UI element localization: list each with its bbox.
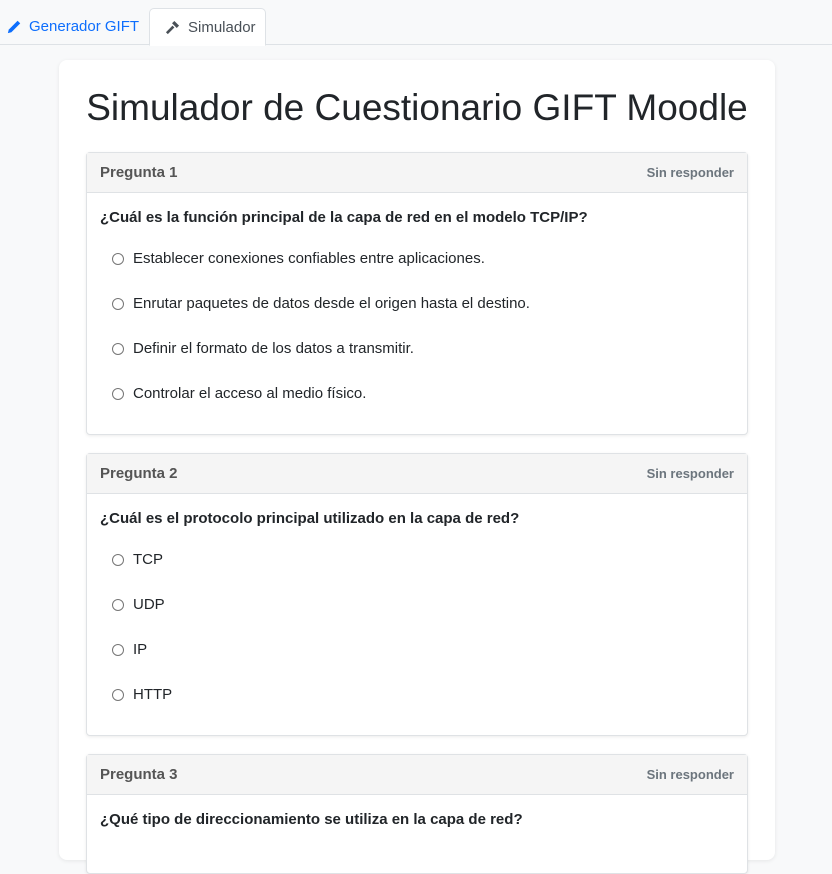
radio-button[interactable] — [112, 553, 124, 566]
tab-label: Generador GIFT — [29, 18, 140, 35]
option-label: Enrutar paquetes de datos desde el orige… — [133, 295, 530, 312]
radio-button[interactable] — [112, 252, 124, 265]
radio-button[interactable] — [112, 342, 124, 355]
tab-label: Simulador — [188, 18, 256, 36]
tab-simulador[interactable]: Simulador — [149, 8, 266, 46]
answer-option[interactable]: Definir el formato de los datos a transm… — [112, 340, 414, 357]
status-badge: Sin responder — [646, 165, 734, 180]
question-card: Pregunta 3 Sin responder ¿Qué tipo de di… — [86, 754, 748, 874]
status-badge: Sin responder — [646, 466, 734, 481]
answer-option[interactable]: HTTP — [112, 686, 172, 703]
radio-button[interactable] — [112, 598, 124, 611]
question-card: Pregunta 1 Sin responder ¿Cuál es la fun… — [86, 152, 748, 435]
radio-button[interactable] — [112, 688, 124, 701]
question-text: ¿Cuál es la función principal de la capa… — [100, 209, 588, 226]
page-title: Simulador de Cuestionario GIFT Moodle — [86, 87, 748, 128]
question-number: Pregunta 1 — [100, 164, 178, 181]
option-label: Controlar el acceso al medio físico. — [133, 385, 367, 402]
answer-option[interactable]: Controlar el acceso al medio físico. — [112, 385, 366, 402]
question-header: Pregunta 1 Sin responder — [87, 153, 747, 193]
status-badge: Sin responder — [646, 767, 734, 782]
radio-button[interactable] — [112, 387, 124, 400]
tool-icon — [165, 20, 180, 35]
question-card: Pregunta 2 Sin responder ¿Cuál es el pro… — [86, 453, 748, 736]
tab-bar: Generador GIFT Simulador — [0, 0, 832, 46]
answer-option[interactable]: TCP — [112, 551, 163, 568]
answer-option[interactable]: IP — [112, 641, 147, 658]
question-header: Pregunta 2 Sin responder — [87, 454, 747, 494]
option-label: Definir el formato de los datos a transm… — [133, 340, 414, 357]
answer-option[interactable]: UDP — [112, 596, 165, 613]
radio-button[interactable] — [112, 643, 124, 656]
answer-option[interactable]: Establecer conexiones confiables entre a… — [112, 250, 485, 267]
option-label: Establecer conexiones confiables entre a… — [133, 250, 485, 267]
question-number: Pregunta 3 — [100, 766, 178, 783]
option-label: HTTP — [133, 686, 173, 703]
option-label: UDP — [133, 596, 165, 613]
radio-button[interactable] — [112, 297, 124, 310]
option-label: IP — [133, 641, 148, 658]
question-text: ¿Cuál es el protocolo principal utilizad… — [100, 510, 520, 527]
answer-option[interactable]: Enrutar paquetes de datos desde el orige… — [112, 295, 530, 312]
option-label: TCP — [133, 551, 163, 568]
tab-generador-gift[interactable]: Generador GIFT — [0, 8, 139, 45]
question-number: Pregunta 2 — [100, 465, 178, 482]
pencil-icon — [7, 20, 21, 34]
question-text: ¿Qué tipo de direccionamiento se utiliza… — [100, 811, 523, 828]
question-header: Pregunta 3 Sin responder — [87, 755, 747, 795]
